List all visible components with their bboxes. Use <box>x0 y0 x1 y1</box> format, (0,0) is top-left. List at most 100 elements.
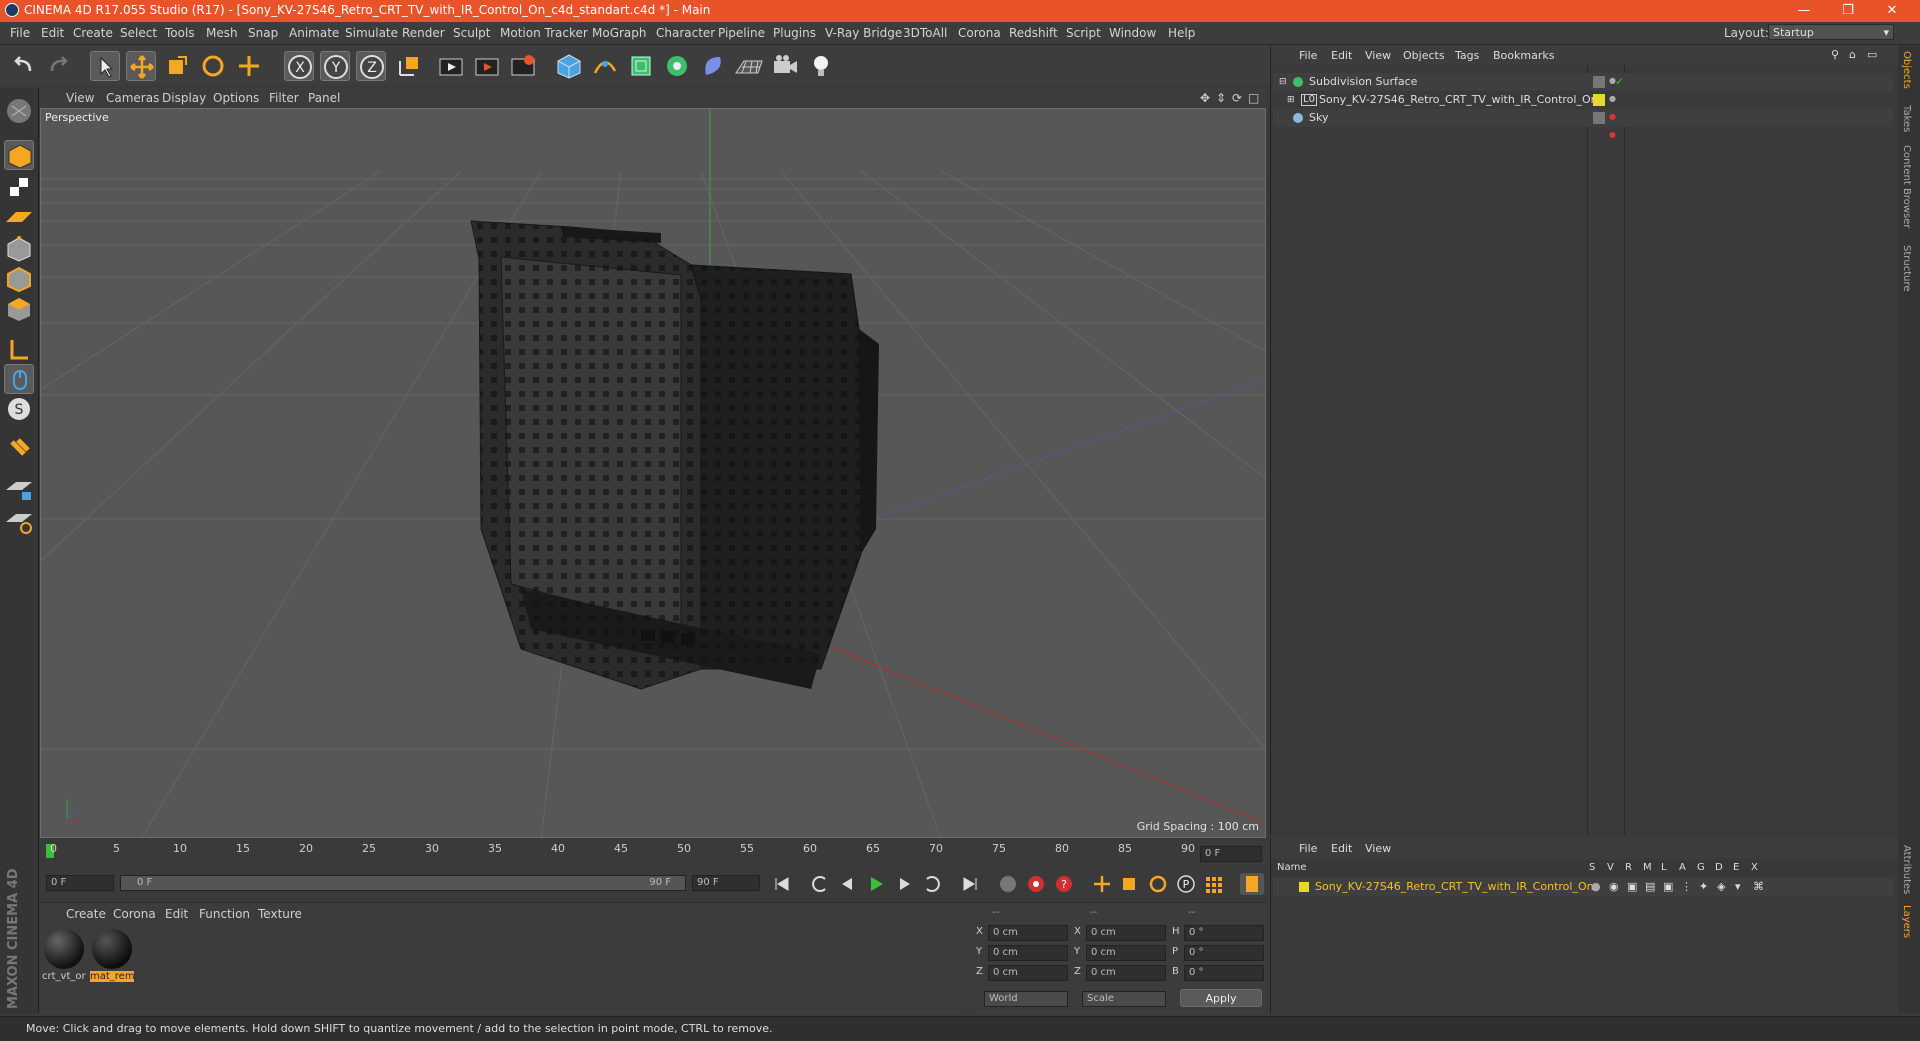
layer-col-generators[interactable]: G <box>1697 862 1705 873</box>
rotate-tool-button[interactable] <box>198 51 228 81</box>
transform-tool-button[interactable] <box>234 51 264 81</box>
next-key-button[interactable] <box>920 873 944 895</box>
layer-col-view[interactable]: V <box>1607 862 1614 873</box>
menu-3dtoall[interactable]: 3DToAll <box>903 26 947 40</box>
timeline-window-button[interactable] <box>1240 873 1264 895</box>
redo-button[interactable] <box>44 51 74 81</box>
menu-vray-bridge[interactable]: V-Ray Bridge <box>825 26 902 40</box>
coord-size-z-field[interactable]: 0 cm <box>1086 965 1166 981</box>
coordinate-system-button[interactable] <box>394 51 424 81</box>
collapse-icon[interactable]: ⊟ <box>1279 73 1287 91</box>
object-menu-view[interactable]: View <box>1365 49 1391 62</box>
viewport-move-icon[interactable]: ✥ <box>1200 91 1210 105</box>
menu-corona[interactable]: Corona <box>958 26 1001 40</box>
viewport-rotate-icon[interactable]: ⟳ <box>1232 91 1242 105</box>
layer-render-icon[interactable]: ▣ <box>1627 878 1637 896</box>
tab-takes[interactable]: Takes <box>1901 105 1912 132</box>
menu-redshift[interactable]: Redshift <box>1009 26 1058 40</box>
locked-workplane-button[interactable] <box>4 474 34 504</box>
coord-size-y-field[interactable]: 0 cm <box>1086 945 1166 961</box>
render-settings-button[interactable] <box>508 51 538 81</box>
menu-script[interactable]: Script <box>1066 26 1101 40</box>
render-picture-viewer-button[interactable] <box>472 51 502 81</box>
viewport-menu-view[interactable]: View <box>66 91 94 105</box>
menu-mograph[interactable]: MoGraph <box>592 26 647 40</box>
layout-dropdown[interactable]: Startup ▾ <box>1768 24 1894 40</box>
search-icon[interactable]: ⚲ <box>1831 48 1839 61</box>
layer-manager-icon[interactable]: ▤ <box>1645 878 1655 896</box>
layer-view-icon[interactable]: ◉ <box>1609 878 1619 896</box>
select-tool-button[interactable] <box>90 51 120 81</box>
layer-col-deformers[interactable]: D <box>1715 862 1723 873</box>
layer-col-manager[interactable]: M <box>1643 862 1652 873</box>
axis-mode-button[interactable] <box>4 334 34 364</box>
texture-mode-button[interactable] <box>4 172 34 202</box>
expand-icon[interactable]: ⊞ <box>1287 91 1295 109</box>
material-menu-corona[interactable]: Corona <box>113 907 156 921</box>
object-row[interactable]: Sky ● ● <box>1273 109 1893 139</box>
timeline-ruler[interactable]: 0 5 10 15 20 25 30 35 40 45 50 55 60 65 … <box>40 840 1266 876</box>
layer-col-animation[interactable]: A <box>1679 862 1686 873</box>
planar-workplane-button[interactable] <box>4 506 34 536</box>
enabled-check-icon[interactable]: ✓ <box>1615 73 1624 91</box>
deformer-button[interactable] <box>698 51 728 81</box>
menu-window[interactable]: Window <box>1109 26 1156 40</box>
coord-position-z-field[interactable]: 0 cm <box>988 965 1068 981</box>
coord-rotation-b-field[interactable]: 0 ° <box>1184 965 1264 981</box>
spline-pen-button[interactable] <box>590 51 620 81</box>
menu-render[interactable]: Render <box>402 26 445 40</box>
tab-objects[interactable]: Objects <box>1901 51 1912 89</box>
edges-mode-button[interactable] <box>4 264 34 294</box>
object-menu-file[interactable]: File <box>1299 49 1317 62</box>
menu-edit[interactable]: Edit <box>41 26 64 40</box>
layer-col-expressions[interactable]: E <box>1733 862 1739 873</box>
key-pla-button[interactable] <box>1202 873 1226 895</box>
layer-col-xref[interactable]: X <box>1751 862 1758 873</box>
layer-xref-icon[interactable]: ⌘ <box>1753 878 1764 896</box>
menu-create[interactable]: Create <box>73 26 113 40</box>
workplane-mode-button[interactable] <box>4 202 34 232</box>
layer-color-icon[interactable] <box>1593 94 1605 106</box>
points-mode-button[interactable] <box>4 234 34 264</box>
layer-generators-icon[interactable]: ✦ <box>1699 878 1708 896</box>
coord-size-x-field[interactable]: 0 cm <box>1086 925 1166 941</box>
cube-primitive-button[interactable] <box>554 51 584 81</box>
menu-file[interactable]: File <box>10 26 30 40</box>
frame-range-slider[interactable]: 0 F 90 F <box>120 875 686 891</box>
viewport-menu-cameras[interactable]: Cameras <box>106 91 159 105</box>
material-swatch[interactable]: crt_vt_or <box>42 927 86 985</box>
previous-frame-button[interactable] <box>836 873 860 895</box>
menu-plugins[interactable]: Plugins <box>773 26 816 40</box>
solo-button[interactable]: S <box>4 394 34 424</box>
material-menu-function[interactable]: Function <box>199 907 250 921</box>
camera-button[interactable] <box>770 51 800 81</box>
close-button[interactable]: ✕ <box>1870 0 1914 22</box>
current-frame-field[interactable]: 0 F <box>1200 846 1262 862</box>
go-to-start-button[interactable] <box>770 873 794 895</box>
object-menu-edit[interactable]: Edit <box>1331 49 1352 62</box>
key-parameter-button[interactable]: P <box>1174 873 1198 895</box>
layer-col-solo[interactable]: S <box>1589 862 1595 873</box>
viewport-maximize-icon[interactable]: □ <box>1248 91 1259 105</box>
floor-button[interactable] <box>734 51 764 81</box>
key-scale-button[interactable] <box>1118 873 1142 895</box>
tweak-mode-button[interactable] <box>4 364 34 394</box>
layer-col-render[interactable]: R <box>1625 862 1632 873</box>
viewport-menu-filter[interactable]: Filter <box>269 91 299 105</box>
object-menu-bookmarks[interactable]: Bookmarks <box>1493 49 1554 62</box>
key-rotation-button[interactable] <box>1146 873 1170 895</box>
viewport-menu-panel[interactable]: Panel <box>308 91 340 105</box>
minimize-button[interactable]: — <box>1782 0 1826 22</box>
x-axis-lock-button[interactable]: X <box>284 51 314 81</box>
key-position-button[interactable] <box>1090 873 1114 895</box>
layer-menu-file[interactable]: File <box>1299 842 1317 855</box>
coord-position-y-field[interactable]: 0 cm <box>988 945 1068 961</box>
menu-character[interactable]: Character <box>656 26 715 40</box>
object-menu-objects[interactable]: Objects <box>1403 49 1445 62</box>
coord-space-dropdown[interactable]: World <box>984 991 1068 1007</box>
visibility-dots-icon[interactable]: ●● <box>1609 108 1616 144</box>
menu-mesh[interactable]: Mesh <box>206 26 238 40</box>
layer-menu-edit[interactable]: Edit <box>1331 842 1352 855</box>
autokey-button[interactable] <box>1024 873 1048 895</box>
scale-tool-button[interactable] <box>162 51 192 81</box>
